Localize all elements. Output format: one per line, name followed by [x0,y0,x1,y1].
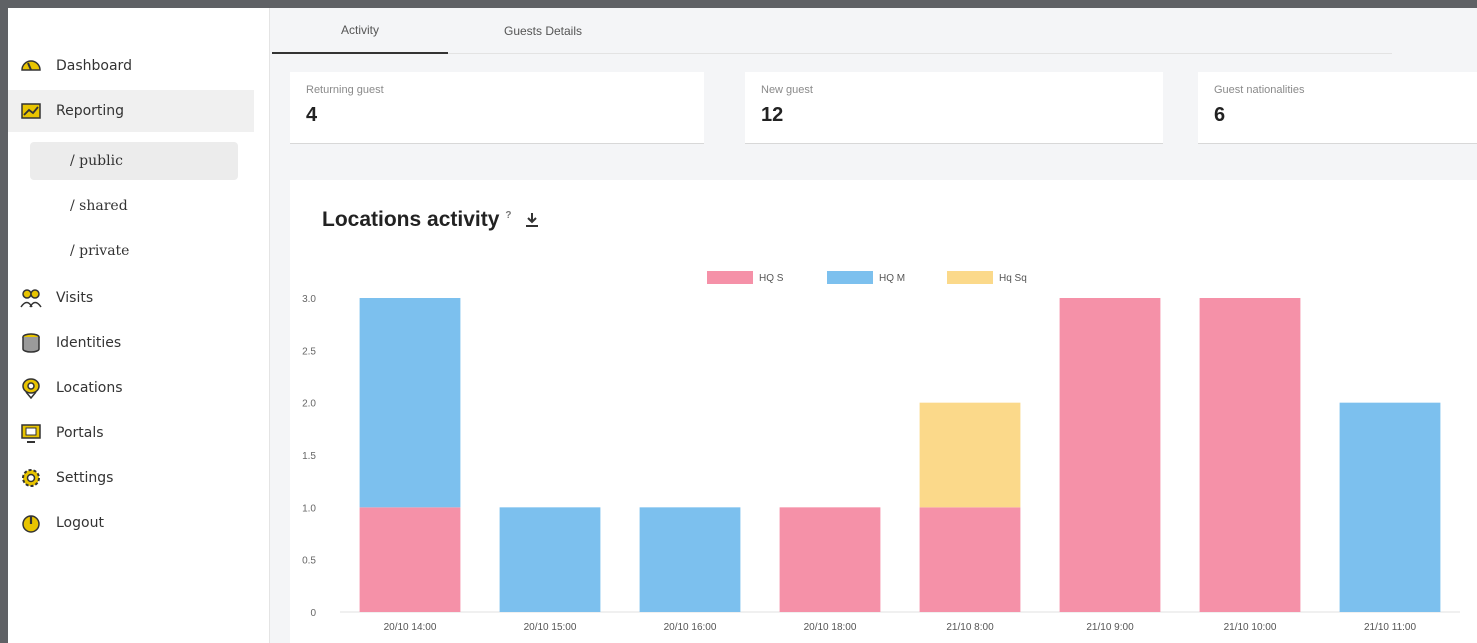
x-tick-label: 20/10 14:00 [384,622,437,633]
x-tick-label: 21/10 11:00 [1364,622,1417,633]
sidebar-item-visits[interactable]: Visits [8,277,254,319]
tab-guests-details[interactable]: Guests Details [468,8,618,54]
x-tick-label: 20/10 16:00 [664,622,717,633]
tab-activity[interactable]: Activity [272,8,448,54]
legend-label: HQ M [879,273,905,284]
chart-icon [20,100,42,122]
power-icon [20,512,42,534]
bar-hq-s [1059,298,1161,612]
sidebar-subitem-shared[interactable]: / shared [30,187,238,225]
bar-hq-sq [919,402,1021,508]
stat-card-guest-nationalities: Guest nationalities 6 [1198,72,1477,144]
stat-value: 12 [761,104,784,126]
stat-label: Guest nationalities [1214,84,1305,96]
chart-svg: 0 0.5 1.0 1.5 2.0 2.5 3.0 20/10 14:00 20/10 15:0… [302,271,1460,633]
x-tick-label: 20/10 18:00 [804,622,857,633]
sidebar: Dashboard Reporting / public / shared / … [8,8,270,643]
bar-hq-s [359,507,461,612]
sidebar-item-dashboard[interactable]: Dashboard [8,45,254,87]
bar-hq-s [1199,298,1301,612]
sidebar-item-portals[interactable]: Portals [8,412,254,454]
sidebar-item-identities[interactable]: Identities [8,322,254,364]
legend-swatch [947,271,993,284]
bar-hq-m [1339,402,1441,612]
sidebar-subitem-private[interactable]: / private [30,232,238,270]
sidebar-item-label: Settings [56,470,114,486]
sidebar-item-locations[interactable]: Locations [8,367,254,409]
stat-value: 4 [306,104,318,126]
x-tick-label: 21/10 8:00 [946,622,994,633]
sidebar-item-settings[interactable]: Settings [8,457,254,499]
bar-hq-m [499,507,601,612]
people-icon [20,287,42,309]
sidebar-subitem-public[interactable]: / public [30,142,238,180]
stat-label: Returning guest [306,84,384,96]
y-tick-label: 2.0 [302,399,316,410]
legend-label: Hq Sq [999,273,1027,284]
speedometer-icon [20,55,42,77]
bar-hq-s [779,507,881,612]
tab-bar: Activity Guests Details [272,8,1392,54]
stat-label: New guest [761,84,813,96]
legend-swatch [827,271,873,284]
monitor-icon [20,422,42,444]
y-tick-label: 1.5 [302,451,316,462]
sidebar-item-label: Locations [56,380,123,396]
gear-icon [20,467,42,489]
location-pin-icon [20,377,42,399]
stat-card-new-guest: New guest 12 [745,72,1163,144]
bar-hq-m [639,507,741,612]
stat-card-returning-guest: Returning guest 4 [290,72,704,144]
chart-panel: Locations activity ? 0 0.5 1.0 1.5 2.0 2.5 3.0… [290,180,1477,643]
sidebar-item-label: Dashboard [56,58,132,74]
sidebar-item-label: Logout [56,515,104,531]
sidebar-item-reporting[interactable]: Reporting [8,90,254,132]
x-tick-label: 20/10 15:00 [524,622,577,633]
sidebar-item-label: Reporting [56,103,125,119]
app-window: Dashboard Reporting / public / shared / … [8,8,1477,643]
legend-label: HQ S [759,273,784,284]
stat-value: 6 [1214,104,1226,126]
x-tick-label: 21/10 10:00 [1224,622,1277,633]
y-tick-label: 0 [310,608,316,619]
sidebar-item-label: Identities [56,335,122,351]
y-tick-label: 0.5 [302,556,316,567]
bar-hq-m [359,298,461,508]
x-tick-label: 21/10 9:00 [1086,622,1134,633]
sidebar-item-label: Visits [56,290,94,306]
y-tick-label: 2.5 [302,346,316,357]
y-tick-label: 1.0 [302,503,316,514]
sidebar-item-label: Portals [56,425,104,441]
legend-swatch [707,271,753,284]
bar-hq-s [919,507,1021,612]
database-icon [20,332,42,354]
sidebar-item-logout[interactable]: Logout [8,502,254,544]
y-tick-label: 3.0 [302,294,316,305]
